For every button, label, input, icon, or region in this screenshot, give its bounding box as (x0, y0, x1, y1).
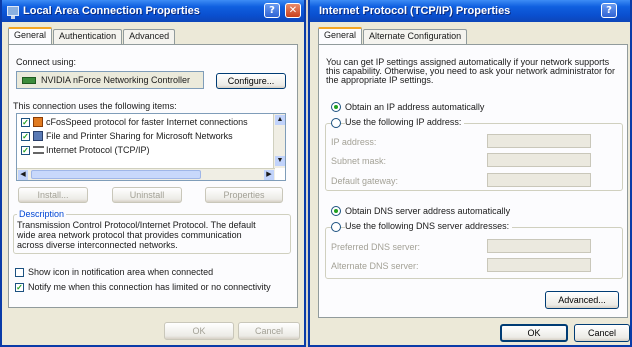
preferred-dns-label: Preferred DNS server: (331, 242, 421, 252)
obtain-dns-auto-radio[interactable] (331, 206, 341, 216)
checkbox-file-printer[interactable]: ✓ (21, 132, 30, 141)
left-titlebar[interactable]: Local Area Connection Properties ? ✕ (2, 0, 304, 22)
show-icon-label: Show icon in notification area when conn… (28, 267, 214, 277)
intro-line-3: the appropriate IP settings. (326, 75, 434, 85)
items-label: This connection uses the following items… (13, 101, 177, 111)
protocol-icon (33, 146, 44, 154)
item-label-cfosspeed: cFosSpeed protocol for faster Internet c… (46, 117, 248, 127)
scroll-up-icon[interactable]: ▲ (275, 115, 285, 125)
left-tabs: General Authentication Advanced (8, 27, 176, 44)
components-list: ✓ cFosSpeed protocol for faster Internet… (16, 113, 286, 181)
connect-using-label: Connect using: (16, 57, 77, 67)
subnet-mask-input[interactable] (487, 153, 591, 167)
subnet-mask-label: Subnet mask: (331, 156, 387, 166)
properties-button[interactable]: Properties (205, 187, 283, 203)
default-gateway-label: Default gateway: (331, 176, 399, 186)
left-ok-button[interactable]: OK (164, 322, 234, 340)
install-button[interactable]: Install... (18, 187, 88, 203)
right-titlebar[interactable]: Internet Protocol (TCP/IP) Properties ? (310, 0, 630, 22)
description-line-1: Transmission Control Protocol/Internet P… (17, 220, 256, 230)
left-cancel-button[interactable]: Cancel (238, 322, 300, 340)
left-window-title: Local Area Connection Properties (23, 5, 200, 17)
preferred-dns-input[interactable] (487, 239, 591, 253)
close-icon[interactable]: ✕ (285, 3, 301, 18)
ip-address-input[interactable] (487, 134, 591, 148)
notify-checkbox[interactable]: ✓ (15, 283, 24, 292)
right-window-title: Internet Protocol (TCP/IP) Properties (319, 5, 511, 17)
tab-general[interactable]: General (318, 27, 363, 44)
scroll-thumb[interactable] (31, 170, 201, 179)
file-printer-icon (33, 131, 43, 141)
tab-alternate-configuration[interactable]: Alternate Configuration (363, 29, 468, 44)
alternate-dns-label: Alternate DNS server: (331, 261, 419, 271)
configure-button[interactable]: Configure... (216, 73, 286, 89)
right-tabs: General Alternate Configuration (318, 27, 468, 44)
obtain-ip-auto-radio[interactable] (331, 102, 341, 112)
protocol-icon (33, 117, 43, 127)
use-following-dns-radio[interactable] (331, 222, 341, 232)
right-general-panel: You can get IP settings assigned automat… (318, 44, 628, 318)
item-label-tcpip: Internet Protocol (TCP/IP) (46, 145, 150, 155)
tab-authentication[interactable]: Authentication (53, 29, 123, 44)
obtain-ip-auto-label: Obtain an IP address automatically (345, 102, 485, 112)
network-adapter-icon (22, 76, 36, 84)
tab-general[interactable]: General (8, 27, 53, 44)
adapter-field: NVIDIA nForce Networking Controller (16, 71, 204, 89)
scroll-down-icon[interactable]: ▼ (275, 156, 285, 166)
item-label-file-printer: File and Printer Sharing for Microsoft N… (46, 131, 233, 141)
use-following-ip-label: Use the following IP address: (345, 117, 465, 127)
scroll-left-icon[interactable]: ◀ (18, 170, 28, 180)
uninstall-button[interactable]: Uninstall (112, 187, 182, 203)
alternate-dns-input[interactable] (487, 258, 591, 272)
local-area-connection-properties-window: Local Area Connection Properties ? ✕ Gen… (0, 0, 306, 347)
notify-label: Notify me when this connection has limit… (28, 282, 271, 292)
checkbox-cfosspeed[interactable]: ✓ (21, 118, 30, 127)
ip-address-label: IP address: (331, 137, 377, 147)
tcpip-properties-window: Internet Protocol (TCP/IP) Properties ? … (308, 0, 632, 347)
description-line-2: wide area network protocol that provides… (17, 230, 242, 240)
network-connection-icon (7, 6, 19, 19)
help-icon[interactable]: ? (601, 3, 617, 18)
help-icon[interactable]: ? (264, 3, 280, 18)
scroll-right-icon[interactable]: ▶ (264, 170, 274, 180)
adapter-name: NVIDIA nForce Networking Controller (41, 75, 191, 85)
use-following-dns-label: Use the following DNS server addresses: (345, 221, 513, 231)
horizontal-scrollbar[interactable]: ◀ ▶ (17, 168, 275, 180)
default-gateway-input[interactable] (487, 173, 591, 187)
left-general-panel: Connect using: NVIDIA nForce Networking … (8, 44, 298, 308)
advanced-button[interactable]: Advanced... (545, 291, 619, 309)
checkbox-tcpip[interactable]: ✓ (21, 146, 30, 155)
description-line-3: across diverse interconnected networks. (17, 240, 178, 250)
tab-advanced[interactable]: Advanced (123, 29, 176, 44)
show-icon-checkbox[interactable] (15, 268, 24, 277)
vertical-scrollbar[interactable]: ▲ ▼ (273, 114, 285, 168)
obtain-dns-auto-label: Obtain DNS server address automatically (345, 206, 511, 216)
right-ok-button[interactable]: OK (500, 324, 568, 342)
right-cancel-button[interactable]: Cancel (574, 324, 630, 342)
use-following-ip-radio[interactable] (331, 118, 341, 128)
description-title: Description (17, 209, 67, 219)
